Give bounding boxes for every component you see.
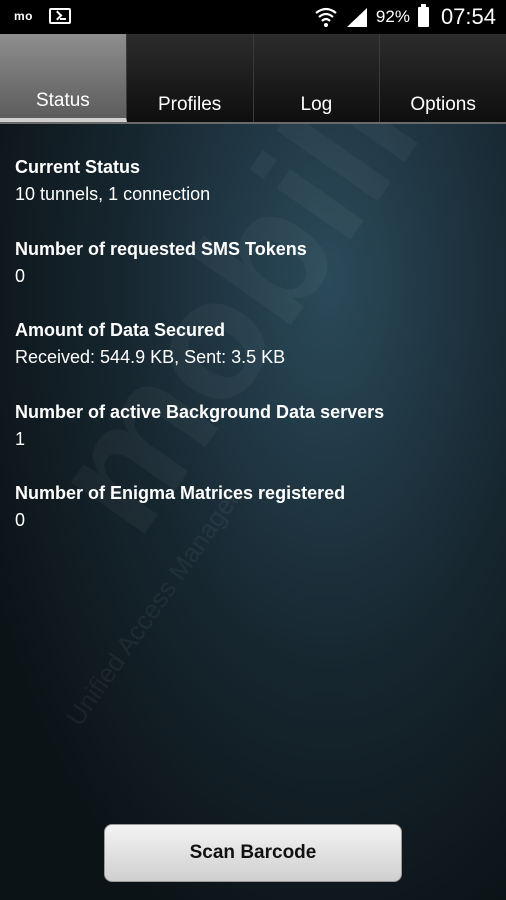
tab-status-label: Status bbox=[35, 90, 90, 111]
status-item-value: 1 bbox=[15, 429, 26, 449]
status-item-current-status: Current Status 10 tunnels, 1 connection bbox=[15, 156, 210, 205]
clock: 07:54 bbox=[440, 4, 496, 29]
tab-status[interactable]: Status bbox=[0, 34, 127, 122]
status-item-value: 10 tunnels, 1 connection bbox=[15, 184, 211, 204]
battery-percent: 92% bbox=[375, 7, 410, 26]
tab-options-label: Options bbox=[410, 94, 476, 115]
status-item-background-servers: Number of active Background Data servers… bbox=[15, 401, 384, 450]
status-item-enigma-matrices: Number of Enigma Matrices registered 0 bbox=[15, 482, 345, 531]
status-bar: mo 92% 07:54 bbox=[0, 0, 506, 34]
terminal-icon bbox=[49, 8, 71, 24]
tab-profiles-label: Profiles bbox=[157, 94, 222, 115]
tab-bar: Status Profiles Log Options bbox=[0, 34, 506, 122]
status-item-title: Current Status bbox=[15, 157, 141, 177]
status-item-title: Number of Enigma Matrices registered bbox=[15, 483, 346, 503]
tab-log-label: Log bbox=[300, 94, 333, 115]
signal-icon bbox=[346, 8, 367, 27]
battery-icon bbox=[417, 4, 429, 27]
status-item-title: Amount of Data Secured bbox=[15, 320, 226, 340]
status-bar-left: mo bbox=[14, 8, 71, 24]
status-item-value: 0 bbox=[15, 510, 26, 530]
wifi-icon bbox=[315, 7, 337, 27]
status-bar-right: 92% 07:54 bbox=[314, 3, 496, 31]
status-item-data-secured: Amount of Data Secured Received: 544.9 K… bbox=[15, 319, 285, 368]
carrier-label: mo bbox=[14, 9, 33, 23]
status-item-sms-tokens: Number of requested SMS Tokens 0 bbox=[15, 238, 307, 287]
scan-barcode-button[interactable]: Scan Barcode bbox=[104, 824, 402, 882]
status-item-title: Number of active Background Data servers bbox=[15, 402, 385, 422]
tab-log[interactable]: Log bbox=[253, 34, 381, 122]
tab-profiles[interactable]: Profiles bbox=[126, 34, 254, 122]
tab-options[interactable]: Options bbox=[380, 34, 506, 122]
status-item-title: Number of requested SMS Tokens bbox=[15, 239, 307, 259]
status-item-value: Received: 544.9 KB, Sent: 3.5 KB bbox=[15, 347, 286, 367]
status-item-value: 0 bbox=[15, 266, 26, 286]
